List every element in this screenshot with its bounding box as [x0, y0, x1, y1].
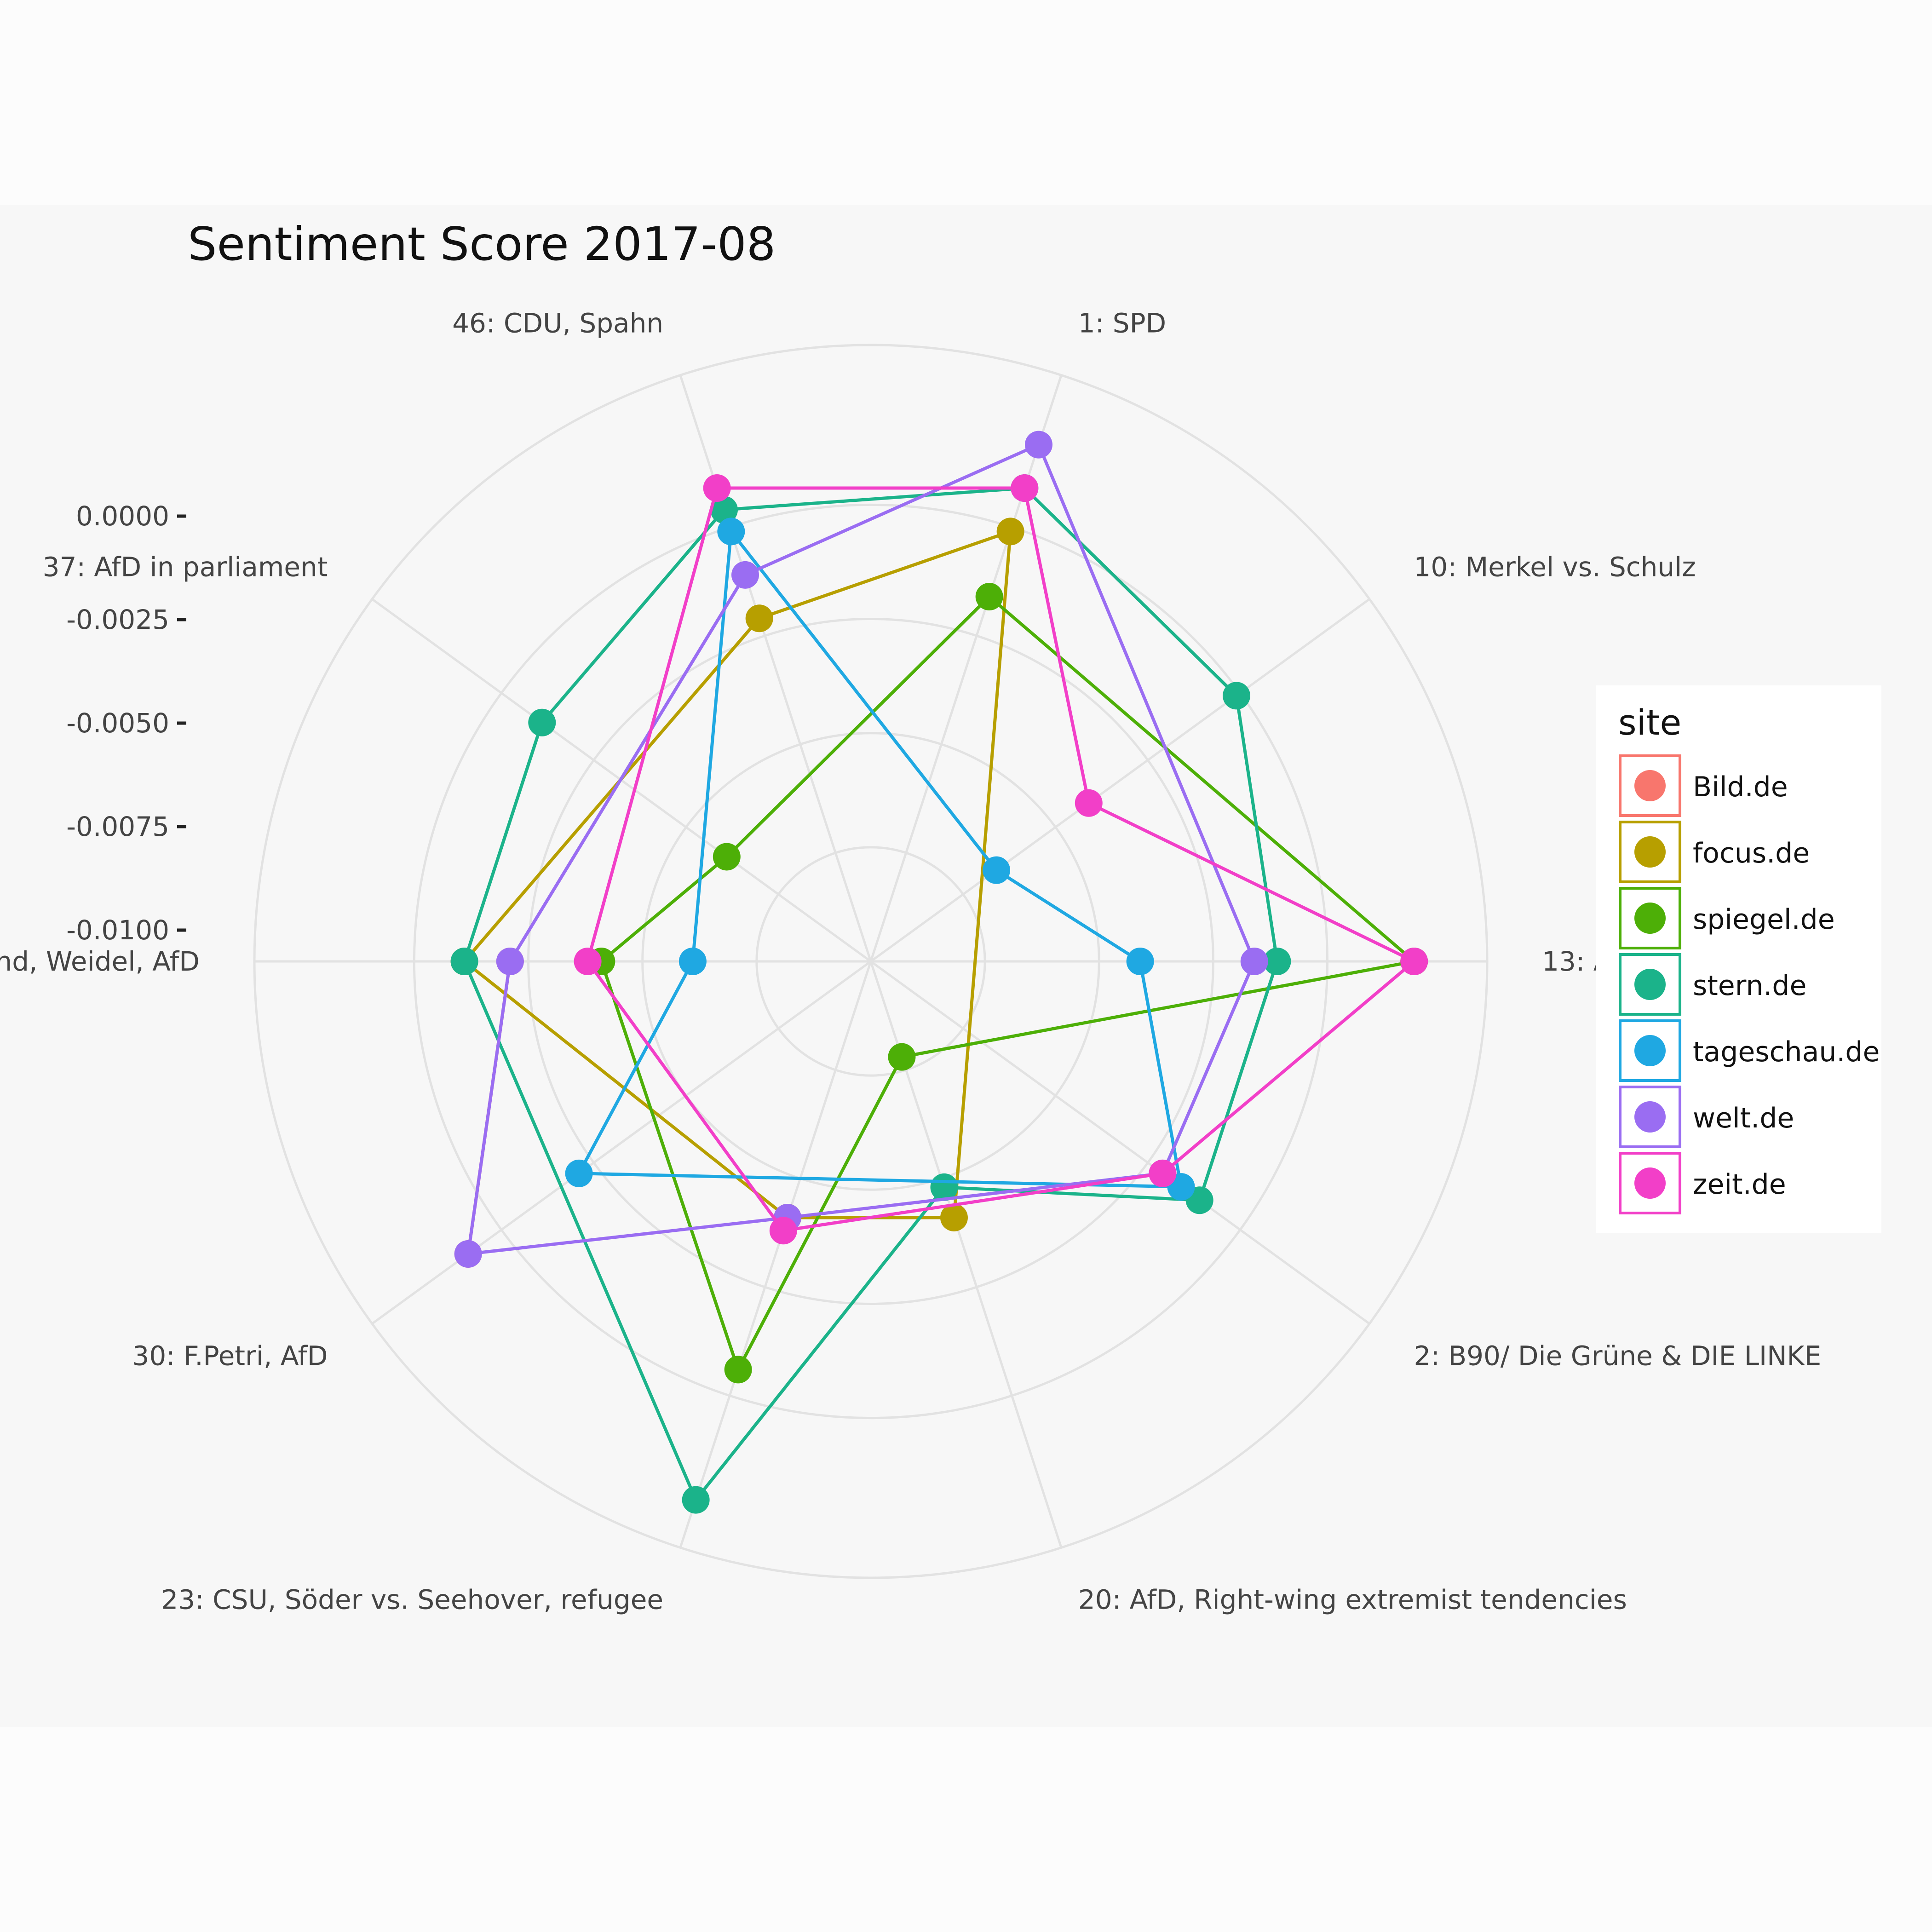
- data-point: [682, 1486, 710, 1514]
- r-axis-tick-label: 0.0000: [76, 500, 169, 532]
- data-point: [1011, 474, 1039, 502]
- legend-label: focus.de: [1693, 837, 1810, 869]
- data-point: [574, 948, 602, 975]
- data-point: [454, 1240, 482, 1268]
- legend-label: Bild.de: [1693, 771, 1788, 803]
- legend-label: zeit.de: [1693, 1168, 1786, 1201]
- category-label: 23: CSU, Söder vs. Seehover, refugee: [161, 1584, 663, 1616]
- data-point: [996, 518, 1024, 546]
- category-label: 1: SPD: [1078, 307, 1166, 339]
- series-layer: [450, 431, 1428, 1514]
- legend-marker: [1634, 1167, 1666, 1199]
- grid-spoke: [371, 960, 872, 1325]
- legend-marker: [1634, 836, 1666, 868]
- data-point: [450, 948, 478, 975]
- category-label: 37: AfD in parliament: [43, 551, 328, 582]
- data-point: [975, 583, 1003, 611]
- category-label: 46: CDU, Spahn: [452, 307, 663, 339]
- data-point: [724, 1356, 752, 1384]
- chart-title: Sentiment Score 2017-08: [188, 217, 776, 271]
- data-point: [745, 604, 773, 632]
- r-axis-tick-label: -0.0025: [66, 604, 169, 635]
- data-point: [1222, 682, 1250, 710]
- data-point: [769, 1217, 797, 1245]
- data-point: [1240, 948, 1268, 975]
- r-axis-tick-label: -0.0100: [66, 914, 169, 946]
- data-point: [528, 708, 556, 736]
- legend-title: site: [1618, 702, 1681, 743]
- grid-spoke: [679, 961, 872, 1548]
- category-label: 2: B90/ Die Grüne & DIE LINKE: [1414, 1340, 1821, 1372]
- legend-label: stern.de: [1693, 970, 1806, 1002]
- data-point: [1025, 431, 1053, 459]
- legend-marker: [1634, 969, 1666, 1000]
- legend-marker: [1634, 1101, 1666, 1133]
- grid-spoke: [870, 598, 1370, 963]
- legend-marker: [1634, 770, 1666, 801]
- data-point: [888, 1043, 916, 1071]
- category-label: 10: Merkel vs. Schulz: [1414, 551, 1696, 582]
- legend: site Bild.de focus.de spiegel.de stern.de ta…: [1596, 685, 1881, 1233]
- r-axis-tick-label: -0.0075: [66, 811, 169, 842]
- data-point: [703, 474, 731, 502]
- legend-marker: [1634, 903, 1666, 934]
- radar-chart: 0.0000 -0.0025 -0.0050 -0.0075 -0.0100 1: SPD…: [0, 217, 1881, 1616]
- grid-layer: [253, 344, 1489, 1579]
- legend-label: spiegel.de: [1693, 903, 1835, 936]
- data-point: [1149, 1159, 1177, 1187]
- data-point: [678, 948, 707, 975]
- legend-label: welt.de: [1693, 1102, 1794, 1134]
- series-line: [576, 527, 1183, 1189]
- series-line: [599, 594, 1418, 1374]
- legend-label: tageschau.de: [1693, 1036, 1880, 1068]
- category-label: 30: F.Petri, AfD: [132, 1340, 328, 1372]
- data-point: [1126, 948, 1154, 975]
- data-point: [713, 843, 741, 871]
- data-point: [1075, 789, 1103, 817]
- series-line: [462, 486, 1279, 1503]
- series-line: [462, 529, 1012, 1219]
- data-point: [717, 518, 745, 546]
- legend-marker: [1634, 1035, 1666, 1066]
- data-point: [1400, 948, 1428, 975]
- category-label: 31: Gauland, Weidel, AfD: [0, 946, 200, 977]
- category-label: 20: AfD, Right-wing extremist tendencies: [1078, 1584, 1627, 1616]
- r-axis-tick-label: -0.0050: [66, 707, 169, 739]
- grid-spoke: [869, 374, 1063, 962]
- data-point: [565, 1159, 593, 1187]
- data-point: [983, 856, 1011, 884]
- data-point: [731, 561, 759, 589]
- data-point: [496, 948, 524, 975]
